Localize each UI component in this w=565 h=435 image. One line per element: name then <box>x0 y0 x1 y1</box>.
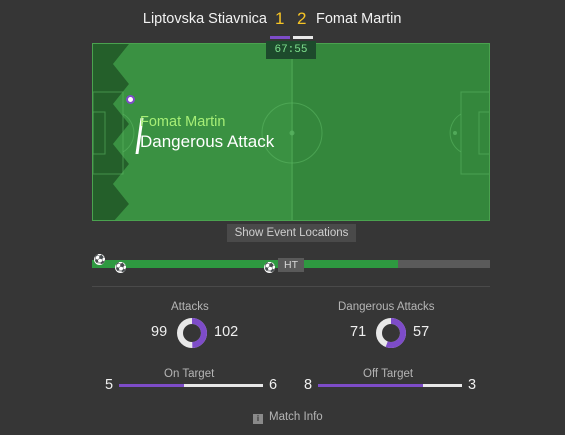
away-score: 2 <box>297 9 307 28</box>
on-target-away-value: 6 <box>269 377 278 393</box>
on-target-away-bar <box>184 384 263 387</box>
center-spot <box>289 130 295 136</box>
on-target-home-value: 5 <box>105 377 114 393</box>
soccer-ball-icon: ⚽ <box>94 254 105 265</box>
attacks-home-value: 99 <box>151 324 168 340</box>
away-color-bar <box>293 36 313 39</box>
off-target-away-bar <box>423 384 462 387</box>
off-target-title: Off Target <box>363 368 414 380</box>
match-info-label: Match Info <box>269 411 323 423</box>
section-divider <box>92 286 490 287</box>
dangerous-attacks-title: Dangerous Attacks <box>338 301 435 313</box>
soccer-ball-icon: ⚽ <box>115 262 126 273</box>
event-type-label: Dangerous Attack <box>140 132 275 151</box>
penalty-spot-right <box>453 131 457 135</box>
on-target-home-bar <box>119 384 184 387</box>
soccer-ball-icon: ⚽ <box>264 262 275 273</box>
attacks-away-value: 102 <box>214 324 239 340</box>
ball-position-marker <box>126 95 135 104</box>
off-target-home-bar <box>318 384 423 387</box>
dangerous-attacks-home-value: 71 <box>350 324 367 340</box>
event-team-label: Fomat Martin <box>140 114 226 130</box>
half-time-marker: HT <box>278 258 304 272</box>
attacks-title: Attacks <box>171 301 209 313</box>
home-team-name: Liptovska Stiavnica <box>142 11 267 27</box>
timeline-progress <box>92 260 399 268</box>
home-score: 1 <box>275 9 285 28</box>
show-event-locations-button[interactable]: Show Event Locations <box>227 224 356 242</box>
attacks-donut <box>177 318 207 348</box>
on-target-title: On Target <box>164 368 215 380</box>
away-team-name: Fomat Martin <box>316 11 402 27</box>
info-icon: i <box>253 414 263 424</box>
match-header: Liptovska Stiavnica 1 2 Fomat Martin <box>0 8 565 39</box>
match-info-link[interactable]: i Match Info <box>253 411 323 424</box>
home-color-bar <box>270 36 290 39</box>
attack-fade <box>293 44 489 220</box>
dangerous-attacks-away-value: 57 <box>413 324 430 340</box>
off-target-away-value: 3 <box>468 377 477 393</box>
off-target-home-value: 8 <box>304 377 313 393</box>
match-clock: 67:55 <box>266 41 316 59</box>
dangerous-attacks-donut <box>376 318 406 348</box>
